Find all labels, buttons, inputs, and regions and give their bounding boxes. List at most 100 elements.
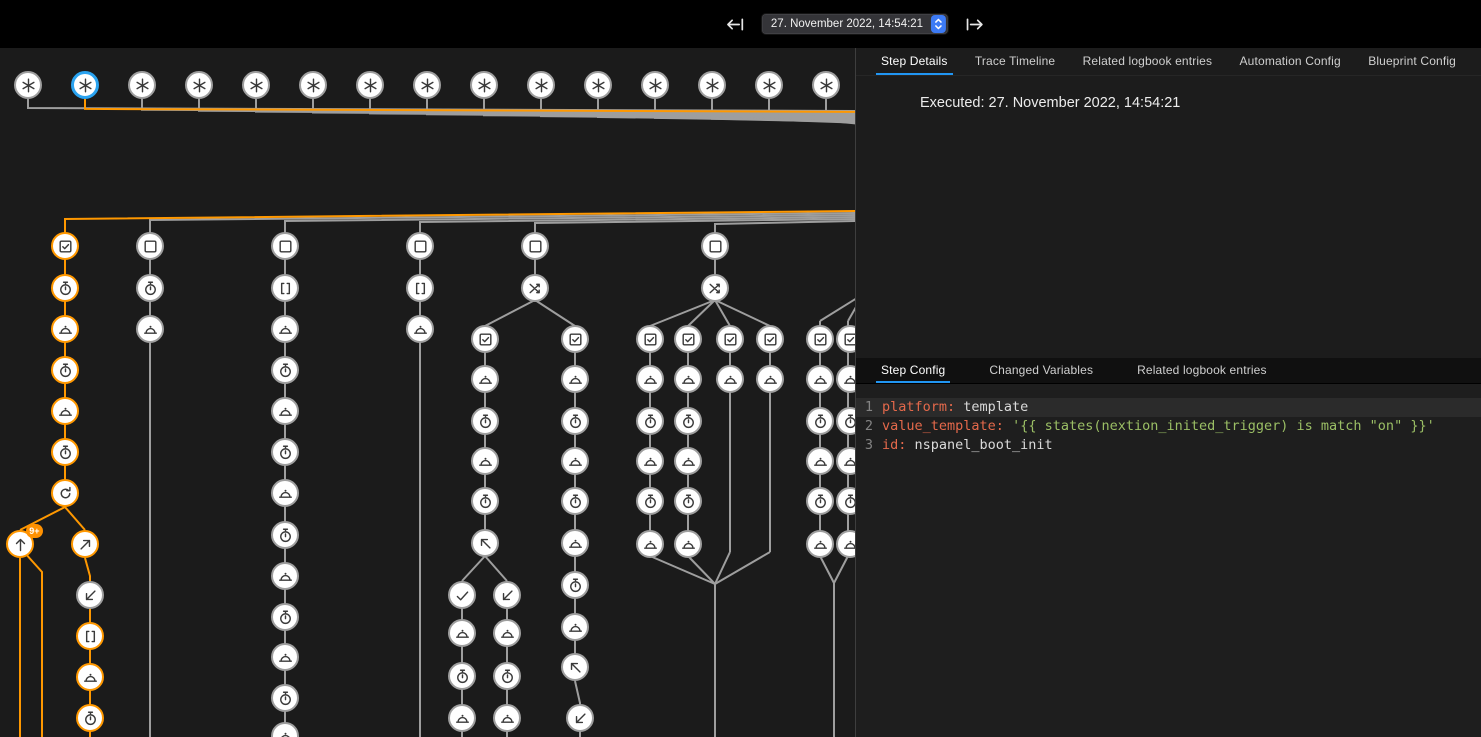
tab-trace-timeline[interactable]: Trace Timeline: [970, 48, 1060, 75]
trigger-node[interactable]: [356, 71, 384, 99]
previous-trace-button[interactable]: [722, 13, 747, 36]
trace-selector-dropdown[interactable]: 27. November 2022, 14:54:21: [761, 13, 949, 35]
service-call-node[interactable]: [471, 447, 499, 475]
service-call-node[interactable]: [561, 529, 589, 557]
arrow-up-node[interactable]: 9+: [6, 530, 34, 558]
arrow-sw-node[interactable]: [493, 581, 521, 609]
choose-branch-node[interactable]: [521, 274, 549, 302]
service-call-node[interactable]: [806, 365, 834, 393]
service-call-node[interactable]: [836, 365, 855, 393]
condition-checked-node[interactable]: [756, 325, 784, 353]
delay-timer-node[interactable]: [271, 603, 299, 631]
delay-timer-node[interactable]: [76, 704, 104, 732]
trigger-node[interactable]: [641, 71, 669, 99]
trigger-node[interactable]: [128, 71, 156, 99]
trigger-node[interactable]: [755, 71, 783, 99]
condition-checked-node[interactable]: [836, 325, 855, 353]
service-call-node[interactable]: [636, 530, 664, 558]
service-call-node[interactable]: [76, 663, 104, 691]
delay-timer-node[interactable]: [448, 662, 476, 690]
condition-checked-node[interactable]: [51, 232, 79, 260]
next-trace-button[interactable]: [963, 13, 988, 36]
service-call-node[interactable]: [271, 643, 299, 671]
service-call-node[interactable]: [561, 447, 589, 475]
trigger-node[interactable]: [299, 71, 327, 99]
service-call-node[interactable]: [271, 479, 299, 507]
condition-checked-node[interactable]: [471, 325, 499, 353]
service-call-node[interactable]: [561, 613, 589, 641]
trigger-node[interactable]: [584, 71, 612, 99]
service-call-node[interactable]: [636, 447, 664, 475]
service-call-node[interactable]: [836, 447, 855, 475]
delay-timer-node[interactable]: [51, 356, 79, 384]
delay-timer-node[interactable]: [271, 356, 299, 384]
condition-blank-node[interactable]: [271, 232, 299, 260]
service-call-node[interactable]: [493, 619, 521, 647]
arrow-nw-node[interactable]: [471, 529, 499, 557]
delay-timer-node[interactable]: [836, 487, 855, 515]
service-call-node[interactable]: [271, 315, 299, 343]
tab-related-logbook-entries[interactable]: Related logbook entries: [1132, 358, 1272, 383]
delay-timer-node[interactable]: [51, 438, 79, 466]
delay-timer-node[interactable]: [561, 487, 589, 515]
tab-related-logbook-entries[interactable]: Related logbook entries: [1078, 48, 1218, 75]
delay-timer-node[interactable]: [471, 407, 499, 435]
service-call-node[interactable]: [448, 619, 476, 647]
condition-checked-node[interactable]: [561, 325, 589, 353]
delay-timer-node[interactable]: [806, 487, 834, 515]
condition-blank-node[interactable]: [521, 232, 549, 260]
arrow-nw-node[interactable]: [561, 653, 589, 681]
delay-timer-node[interactable]: [271, 684, 299, 712]
code-brackets-node[interactable]: [406, 274, 434, 302]
delay-timer-node[interactable]: [471, 487, 499, 515]
step-config-code[interactable]: 1platform: template2value_template: '{{ …: [856, 384, 1481, 737]
condition-checked-node[interactable]: [636, 325, 664, 353]
check-node[interactable]: [448, 581, 476, 609]
service-call-node[interactable]: [756, 365, 784, 393]
condition-blank-node[interactable]: [701, 232, 729, 260]
condition-blank-node[interactable]: [136, 232, 164, 260]
delay-timer-node[interactable]: [636, 407, 664, 435]
condition-blank-node[interactable]: [406, 232, 434, 260]
trigger-node[interactable]: [470, 71, 498, 99]
delay-timer-node[interactable]: [674, 487, 702, 515]
service-call-node[interactable]: [674, 365, 702, 393]
delay-timer-node[interactable]: [51, 274, 79, 302]
delay-timer-node[interactable]: [806, 407, 834, 435]
service-call-node[interactable]: [806, 447, 834, 475]
service-call-node[interactable]: [448, 704, 476, 732]
service-call-node[interactable]: [136, 315, 164, 343]
service-call-node[interactable]: [271, 397, 299, 425]
trigger-node[interactable]: [698, 71, 726, 99]
tab-changed-variables[interactable]: Changed Variables: [984, 358, 1098, 383]
service-call-node[interactable]: [636, 365, 664, 393]
service-call-node[interactable]: [271, 562, 299, 590]
condition-checked-node[interactable]: [674, 325, 702, 353]
choose-branch-node[interactable]: [701, 274, 729, 302]
code-brackets-node[interactable]: [76, 622, 104, 650]
service-call-node[interactable]: [493, 704, 521, 732]
service-call-node[interactable]: [674, 447, 702, 475]
trigger-node[interactable]: [812, 71, 840, 99]
trigger-node[interactable]: [527, 71, 555, 99]
trigger-node[interactable]: [413, 71, 441, 99]
trigger-node[interactable]: [242, 71, 270, 99]
delay-timer-node[interactable]: [271, 438, 299, 466]
code-brackets-node[interactable]: [271, 274, 299, 302]
tab-blueprint-config[interactable]: Blueprint Config: [1363, 48, 1461, 75]
arrow-ne-node[interactable]: [71, 530, 99, 558]
service-call-node[interactable]: [471, 365, 499, 393]
service-call-node[interactable]: [561, 365, 589, 393]
service-call-node[interactable]: [51, 397, 79, 425]
trigger-node[interactable]: [185, 71, 213, 99]
arrow-sw-node[interactable]: [566, 704, 594, 732]
delay-timer-node[interactable]: [561, 571, 589, 599]
tab-step-details[interactable]: Step Details: [876, 48, 953, 75]
delay-timer-node[interactable]: [561, 407, 589, 435]
delay-timer-node[interactable]: [636, 487, 664, 515]
service-call-node[interactable]: [406, 315, 434, 343]
service-call-node[interactable]: [674, 530, 702, 558]
service-call-node[interactable]: [716, 365, 744, 393]
delay-timer-node[interactable]: [836, 407, 855, 435]
condition-checked-node[interactable]: [716, 325, 744, 353]
